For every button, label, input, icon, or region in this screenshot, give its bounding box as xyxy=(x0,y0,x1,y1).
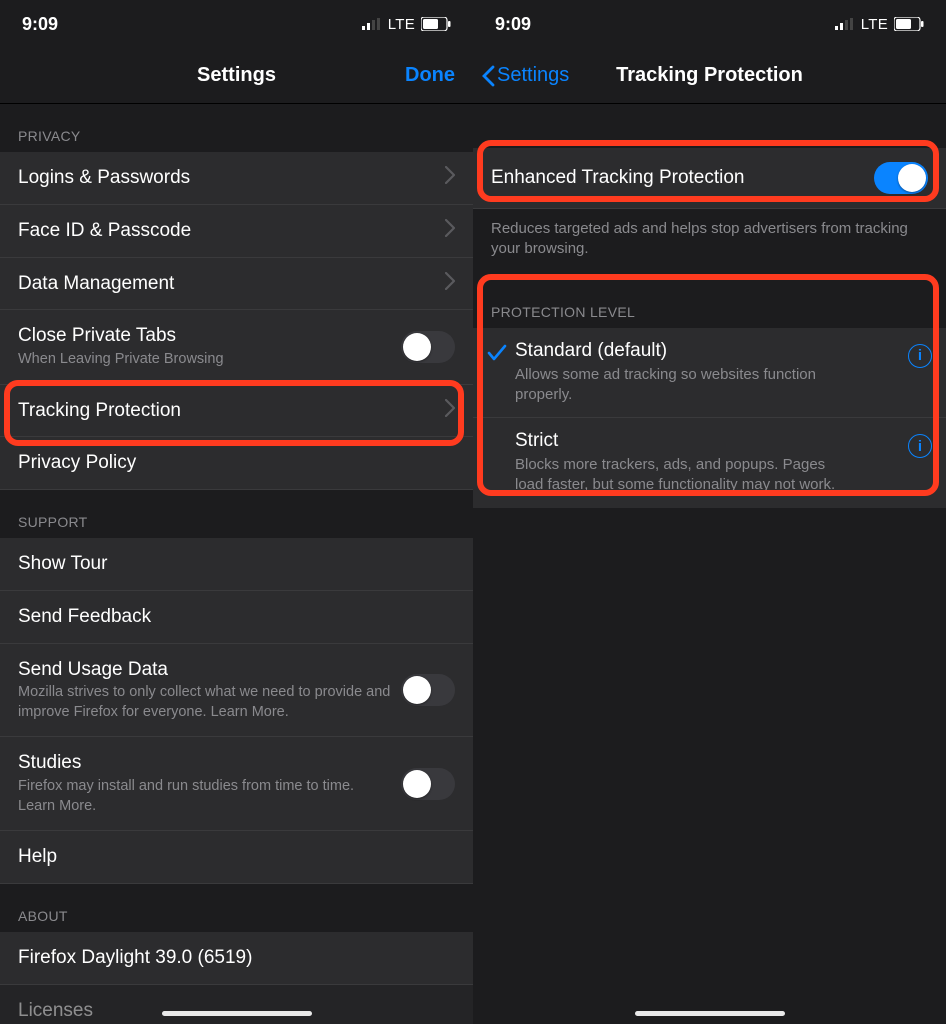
row-close-private-tabs[interactable]: Close Private Tabs When Leaving Private … xyxy=(0,310,473,384)
page-title: Tracking Protection xyxy=(616,64,803,87)
checkmark-placeholder xyxy=(487,430,515,434)
row-label: Firefox Daylight 39.0 (6519) xyxy=(18,946,455,970)
option-title: Standard (default) xyxy=(515,340,902,362)
row-studies[interactable]: Studies Firefox may install and run stud… xyxy=(0,737,473,831)
row-sublabel: When Leaving Private Browsing xyxy=(18,350,391,370)
row-logins-passwords[interactable]: Logins & Passwords xyxy=(0,152,473,205)
row-label: Logins & Passwords xyxy=(18,166,437,190)
row-etp[interactable]: Enhanced Tracking Protection xyxy=(473,148,946,209)
settings-navbar: Settings Done xyxy=(0,48,473,104)
done-button[interactable]: Done xyxy=(405,64,455,87)
row-version[interactable]: Firefox Daylight 39.0 (6519) xyxy=(0,932,473,985)
toggle-close-private-tabs[interactable] xyxy=(401,331,455,363)
section-header-protection-level: PROTECTION LEVEL xyxy=(473,288,946,328)
row-label: Close Private Tabs xyxy=(18,324,391,348)
network-label: LTE xyxy=(388,16,415,33)
toggle-etp[interactable] xyxy=(874,162,928,194)
info-icon[interactable]: i xyxy=(908,344,932,368)
info-icon[interactable]: i xyxy=(908,434,932,458)
row-label: Face ID & Passcode xyxy=(18,219,437,243)
row-label: Tracking Protection xyxy=(18,399,437,423)
checkmark-icon xyxy=(487,340,515,362)
row-sublabel: Mozilla strives to only collect what we … xyxy=(18,683,391,722)
row-faceid-passcode[interactable]: Face ID & Passcode xyxy=(0,205,473,258)
row-show-tour[interactable]: Show Tour xyxy=(0,538,473,591)
option-standard[interactable]: Standard (default) Allows some ad tracki… xyxy=(473,328,946,419)
option-sublabel: Blocks more trackers, ads, and popups. P… xyxy=(515,455,855,496)
option-strict[interactable]: Strict Blocks more trackers, ads, and po… xyxy=(473,418,946,508)
status-bar: 9:09 LTE xyxy=(0,0,473,48)
row-label: Send Feedback xyxy=(18,605,455,629)
tracking-scroll[interactable]: Enhanced Tracking Protection Reduces tar… xyxy=(473,104,946,1024)
row-label: Show Tour xyxy=(18,552,455,576)
row-tracking-protection[interactable]: Tracking Protection xyxy=(0,385,473,438)
option-title: Strict xyxy=(515,430,902,452)
home-indicator xyxy=(635,1011,785,1016)
row-help[interactable]: Help xyxy=(0,831,473,884)
battery-icon xyxy=(421,17,451,31)
section-header-support: SUPPORT xyxy=(0,490,473,538)
battery-icon xyxy=(894,17,924,31)
row-sublabel: Firefox may install and run studies from… xyxy=(18,777,391,816)
row-label: Privacy Policy xyxy=(18,451,455,475)
option-sublabel: Allows some ad tracking so websites func… xyxy=(515,365,855,406)
status-right: LTE xyxy=(362,16,451,33)
back-label: Settings xyxy=(497,64,569,87)
clock: 9:09 xyxy=(22,14,58,35)
signal-icon xyxy=(362,18,382,30)
signal-icon xyxy=(835,18,855,30)
row-licenses[interactable]: Licenses xyxy=(0,985,473,1024)
row-label: Data Management xyxy=(18,272,437,296)
row-privacy-policy[interactable]: Privacy Policy xyxy=(0,437,473,490)
etp-description: Reduces targeted ads and helps stop adve… xyxy=(473,209,946,264)
status-right: LTE xyxy=(835,16,924,33)
row-label: Help xyxy=(18,845,455,869)
status-bar: 9:09 LTE xyxy=(473,0,946,48)
settings-scroll[interactable]: PRIVACY Logins & Passwords Face ID & Pas… xyxy=(0,104,473,1024)
row-label: Studies xyxy=(18,751,391,775)
toggle-studies[interactable] xyxy=(401,768,455,800)
row-label: Enhanced Tracking Protection xyxy=(491,166,864,190)
chevron-right-icon xyxy=(445,272,455,295)
settings-screen: 9:09 LTE Settings Done PRIVACY Logins & … xyxy=(0,0,473,1024)
tracking-protection-screen: 9:09 LTE Settings Tracking Protection En… xyxy=(473,0,946,1024)
tracking-navbar: Settings Tracking Protection xyxy=(473,48,946,104)
row-label: Send Usage Data xyxy=(18,658,391,682)
toggle-usage-data[interactable] xyxy=(401,674,455,706)
section-header-privacy: PRIVACY xyxy=(0,104,473,152)
section-header-about: ABOUT xyxy=(0,884,473,932)
chevron-right-icon xyxy=(445,166,455,189)
chevron-right-icon xyxy=(445,219,455,242)
home-indicator xyxy=(162,1011,312,1016)
back-button[interactable]: Settings xyxy=(481,64,569,87)
page-title: Settings xyxy=(197,64,276,87)
row-data-management[interactable]: Data Management xyxy=(0,258,473,311)
chevron-right-icon xyxy=(445,399,455,422)
row-send-usage-data[interactable]: Send Usage Data Mozilla strives to only … xyxy=(0,644,473,738)
network-label: LTE xyxy=(861,16,888,33)
clock: 9:09 xyxy=(495,14,531,35)
chevron-left-icon xyxy=(481,65,495,87)
row-send-feedback[interactable]: Send Feedback xyxy=(0,591,473,644)
